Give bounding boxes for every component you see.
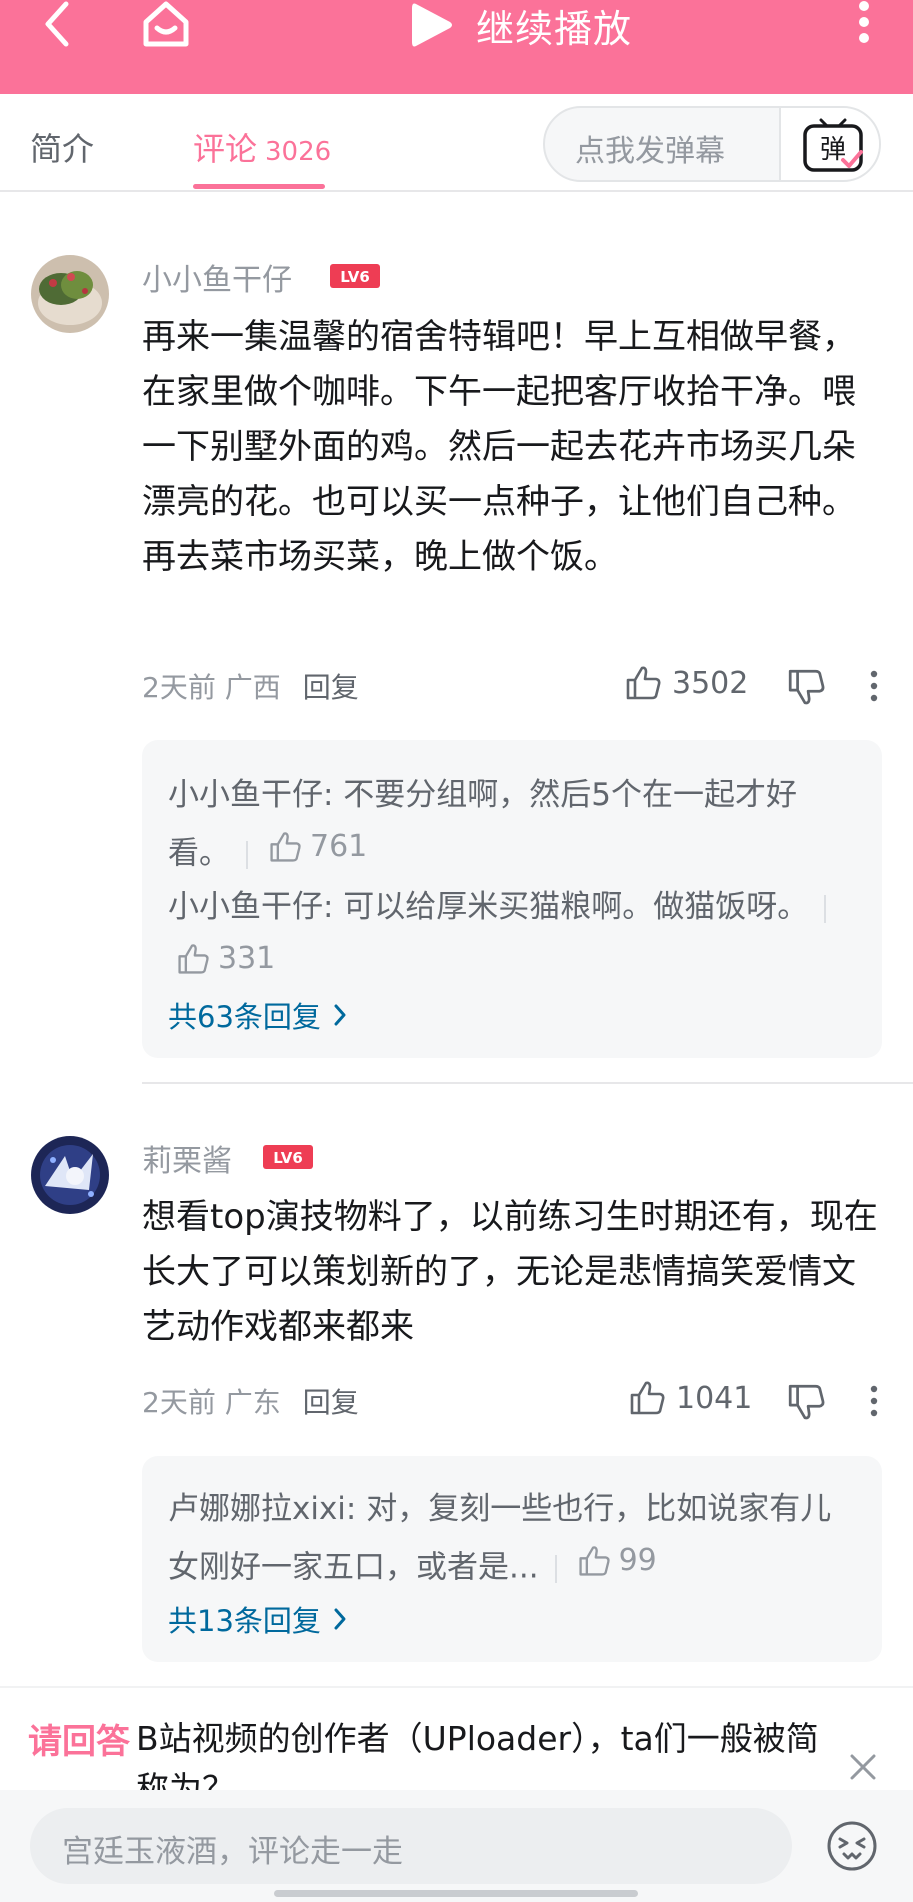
danmaku-placeholder: 点我发弹幕 bbox=[575, 134, 725, 169]
sub-like[interactable]: 761 bbox=[268, 821, 367, 872]
question-text: B站视频的创作者（UPloader），ta们一般被简称为？ bbox=[136, 1719, 819, 1790]
reply-preview-box[interactable]: 小小鱼干仔: 不要分组啊，然后5个在一起才好看。 761 小小鱼干仔: 可以给厚米… bbox=[142, 740, 882, 1058]
tab-comments-label: 评论 bbox=[193, 130, 258, 168]
sub-reply-text: 小小鱼干仔: 不要分组啊，然后5个在一起才好看。 bbox=[168, 777, 798, 872]
question-banner[interactable]: 请回答 B站视频的创作者（UPloader），ta们一般被简称为？ bbox=[0, 1686, 913, 1790]
comment-more-icon[interactable] bbox=[868, 668, 880, 704]
view-all-replies-link[interactable]: 共63条回复 bbox=[168, 994, 347, 1036]
sub-reply[interactable]: 小小鱼干仔: 可以给厚米买猫粮啊。做猫饭呀。 331 bbox=[168, 882, 858, 992]
reply-preview-box[interactable]: 卢娜娜拉xixi: 对，复刻一些也行，比如说家有儿女刚好一家五口，或者是... 9… bbox=[142, 1456, 882, 1662]
danmaku-tv-icon: 弹 bbox=[803, 118, 863, 172]
sub-reply[interactable]: 小小鱼干仔: 不要分组啊，然后5个在一起才好看。 761 bbox=[168, 770, 858, 880]
chevron-right-icon bbox=[334, 1608, 346, 1630]
sub-reply-text: 小小鱼干仔: 可以给厚米买猫粮啊。做猫饭呀。 bbox=[168, 889, 809, 925]
avatar[interactable] bbox=[31, 1136, 109, 1214]
comment-meta: 2天前 广西 回复 bbox=[142, 666, 359, 706]
comment-meta: 2天前 广东 回复 bbox=[142, 1381, 359, 1421]
comment-time: 2天前 广东 bbox=[142, 1386, 281, 1419]
chevron-right-icon bbox=[334, 1004, 346, 1026]
sub-like-count: 761 bbox=[310, 829, 368, 864]
tab-comments[interactable]: 评论 3026 bbox=[193, 124, 331, 170]
thumbs-up-icon bbox=[630, 1381, 665, 1415]
comment-divider bbox=[142, 1082, 913, 1084]
comment-input[interactable]: 宫廷玉液酒，评论走一走 bbox=[30, 1808, 792, 1884]
sub-reply[interactable]: 卢娜娜拉xixi: 对，复刻一些也行，比如说家有儿女刚好一家五口，或者是... 9… bbox=[168, 1484, 858, 1594]
sub-like[interactable]: 331 bbox=[176, 933, 275, 984]
level-label: LV6 bbox=[340, 268, 370, 286]
avatar[interactable] bbox=[31, 255, 109, 333]
view-all-replies-link[interactable]: 共13条回复 bbox=[168, 1598, 347, 1640]
danmaku-input[interactable]: 点我发弹幕 弹 bbox=[543, 106, 881, 182]
like-button[interactable]: 1041 bbox=[628, 1379, 752, 1417]
continue-play-button[interactable]: 继续播放 bbox=[408, 0, 633, 51]
level-label: LV6 bbox=[273, 1149, 303, 1167]
comment-content: 想看top演技物料了，以前练习生时期还有，现在长大了可以策划新的了，无论是悲情搞… bbox=[142, 1197, 878, 1347]
back-icon[interactable] bbox=[38, 0, 78, 48]
thumbs-down-icon[interactable] bbox=[786, 1382, 826, 1422]
sub-like-count: 331 bbox=[218, 941, 276, 976]
level-badge: LV6 bbox=[329, 263, 381, 289]
thumbs-up-icon bbox=[270, 831, 301, 862]
tab-active-indicator bbox=[193, 184, 325, 189]
comment-content: 再来一集温馨的宿舍特辑吧！早上互相做早餐，在家里做个咖啡。下午一起把客厅收拾干净… bbox=[142, 317, 856, 577]
level-badge: LV6 bbox=[262, 1144, 314, 1170]
tab-intro[interactable]: 简介 bbox=[30, 124, 94, 170]
tab-bar: 简介 评论 3026 点我发弹幕 弹 bbox=[0, 94, 913, 192]
continue-play-label: 继续播放 bbox=[476, 6, 633, 51]
like-count: 1041 bbox=[676, 1380, 753, 1416]
divider bbox=[824, 894, 827, 923]
sub-like[interactable]: 99 bbox=[577, 1535, 657, 1586]
like-button[interactable]: 3502 bbox=[624, 664, 748, 702]
sub-reply-text: 卢娜娜拉xixi: 对，复刻一些也行，比如说家有儿女刚好一家五口，或者是... bbox=[168, 1491, 832, 1586]
comment-input-placeholder: 宫廷玉液酒，评论走一走 bbox=[62, 1834, 403, 1870]
comment-time: 2天前 广西 bbox=[142, 671, 281, 704]
more-replies-label: 共63条回复 bbox=[168, 1000, 321, 1034]
like-count: 3502 bbox=[672, 665, 749, 701]
comment-bar: 宫廷玉液酒，评论走一走 bbox=[0, 1790, 913, 1902]
comment-username[interactable]: 小小鱼干仔 bbox=[142, 255, 292, 299]
reply-button[interactable]: 回复 bbox=[303, 666, 359, 706]
thumbs-down-icon[interactable] bbox=[786, 667, 826, 707]
close-icon[interactable] bbox=[846, 1750, 880, 1784]
thumbs-up-icon bbox=[578, 1545, 610, 1576]
comment-username[interactable]: 莉栗酱 bbox=[142, 1136, 232, 1180]
home-icon[interactable] bbox=[140, 0, 192, 48]
more-icon[interactable] bbox=[852, 0, 876, 48]
top-bar: 继续播放 bbox=[0, 0, 913, 94]
reply-button[interactable]: 回复 bbox=[303, 1381, 359, 1421]
emoji-icon[interactable] bbox=[826, 1820, 878, 1872]
play-icon bbox=[412, 3, 452, 47]
thumbs-up-icon bbox=[178, 943, 209, 974]
more-replies-label: 共13条回复 bbox=[168, 1604, 321, 1638]
divider bbox=[554, 1555, 557, 1583]
question-tag: 请回答 bbox=[28, 1722, 130, 1762]
thumbs-up-icon bbox=[626, 666, 661, 700]
comment-count: 3026 bbox=[265, 137, 332, 167]
home-indicator[interactable] bbox=[274, 1890, 638, 1897]
divider bbox=[246, 841, 248, 869]
comment-more-icon[interactable] bbox=[868, 1383, 880, 1419]
sub-like-count: 99 bbox=[618, 1543, 657, 1578]
danmaku-toggle-button[interactable]: 弹 bbox=[779, 108, 879, 180]
